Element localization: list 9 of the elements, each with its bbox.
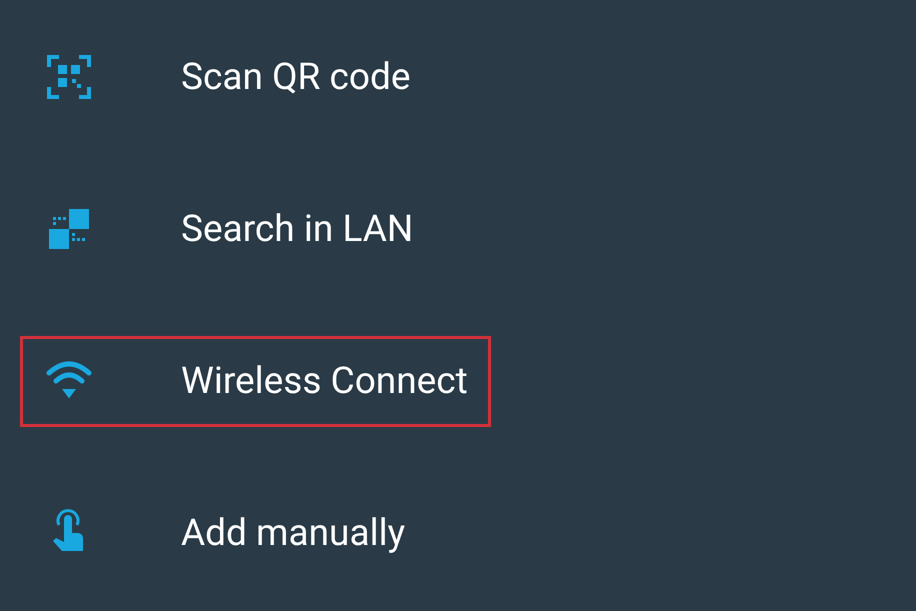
menu-item[interactable]: Scan QR code: [20, 32, 434, 122]
menu-item[interactable]: Wireless Connect: [20, 336, 491, 426]
qr-code-icon: [45, 53, 93, 101]
menu-item[interactable]: Add manually: [20, 488, 428, 578]
menu-label: Scan QR code: [181, 56, 410, 98]
menu-item[interactable]: Search in LAN: [20, 184, 436, 274]
menu-label: Search in LAN: [181, 208, 414, 250]
menu-label: Add manually: [181, 512, 406, 554]
menu-label: Wireless Connect: [181, 360, 468, 402]
